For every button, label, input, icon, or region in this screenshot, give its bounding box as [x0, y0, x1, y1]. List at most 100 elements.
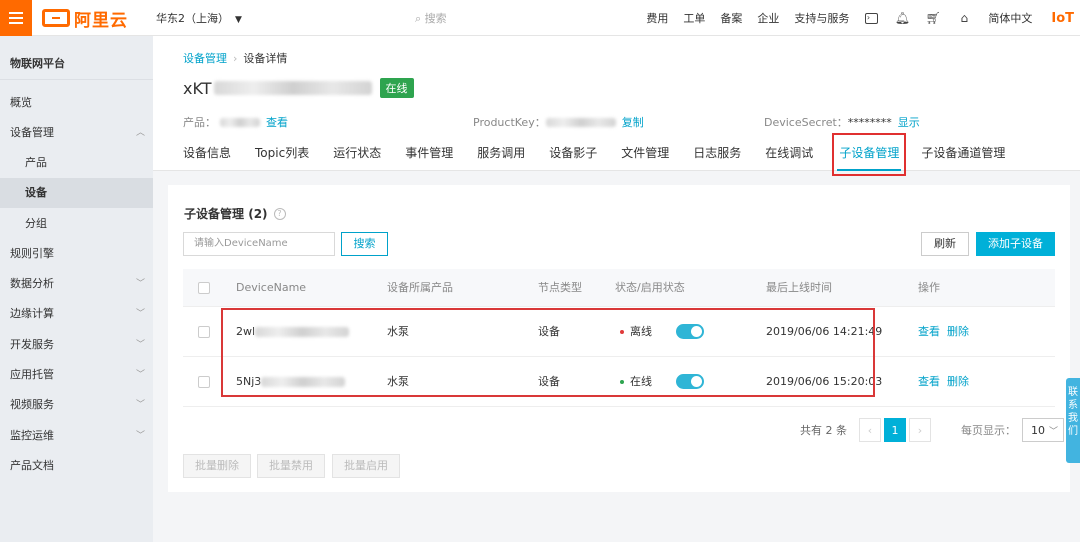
tab-service-call[interactable]: 服务调用 — [477, 138, 525, 171]
subdevice-card: 子设备管理 (2) ? 请输入DeviceName 搜索 刷新 添加子设备 De… — [168, 185, 1070, 492]
tab-online-debug[interactable]: 在线调试 — [765, 138, 813, 171]
devicesecret-meta: DeviceSecret： ******** 显示 — [764, 114, 920, 130]
breadcrumb: 设备管理 › 设备详情 — [183, 50, 287, 66]
table-row: 2wl 水泵 设备 离线 2019/06/06 14:21:49 查看 删除 — [183, 307, 1055, 357]
redacted-product — [220, 117, 260, 127]
redacted-productkey — [545, 117, 616, 127]
sidebar-item-app-hosting[interactable]: 应用托管 ﹀ — [0, 360, 153, 390]
header-node-type: 节点类型 — [538, 281, 582, 294]
tab-event-management[interactable]: 事件管理 — [405, 138, 453, 171]
nav-link-fees[interactable]: 费用 — [646, 10, 668, 26]
sidebar-item-products[interactable]: 产品 — [0, 148, 153, 178]
sidebar-item-docs[interactable]: 产品文档 — [0, 451, 153, 481]
bell-icon[interactable]: 🔔︎ — [895, 11, 910, 25]
per-page-select[interactable]: 10 ﹀ — [1022, 418, 1064, 442]
chevron-down-icon: ﹀ — [135, 309, 145, 319]
select-all-checkbox[interactable] — [198, 282, 210, 294]
table-row: 5Nj3 水泵 设备 在线 2019/06/06 15:20:03 查看 删除 — [183, 357, 1055, 407]
sidebar-item-edge-computing[interactable]: 边缘计算 ﹀ — [0, 299, 153, 329]
sidebar-item-dev-services[interactable]: 开发服务 ﹀ — [0, 330, 153, 360]
redacted-devicename — [255, 327, 350, 337]
status-text: 在线 — [630, 375, 652, 388]
delete-link[interactable]: 删除 — [947, 325, 969, 338]
tab-topic-list[interactable]: Topic列表 — [255, 138, 309, 171]
global-search[interactable]: ⌕ 搜索 — [415, 10, 447, 26]
bulk-enable-button[interactable]: 批量启用 — [332, 454, 400, 478]
nav-link-support[interactable]: 支持与服务 — [794, 10, 849, 26]
copy-productkey-link[interactable]: 复制 — [622, 114, 644, 130]
product-view-link[interactable]: 查看 — [266, 114, 288, 130]
row-checkbox[interactable] — [198, 326, 210, 338]
card-title: 子设备管理 (2) ? — [184, 205, 286, 222]
total-count: 共有 2 条 — [800, 424, 847, 437]
subdevice-count: (2) — [248, 206, 268, 221]
bulk-disable-button[interactable]: 批量禁用 — [257, 454, 325, 478]
header-devicename: DeviceName — [236, 281, 307, 294]
enable-toggle[interactable] — [676, 374, 704, 389]
region-label: 华东2（上海） — [156, 12, 229, 25]
region-selector[interactable]: 华东2（上海） ▼ — [156, 10, 242, 26]
sidebar-item-label: 设备管理 — [10, 126, 54, 139]
sidebar-item-overview[interactable]: 概览 — [0, 88, 153, 118]
language-selector[interactable]: 简体中文 — [988, 10, 1032, 26]
sidebar-item-device-management[interactable]: 设备管理 ︿ — [0, 118, 153, 148]
nav-link-tickets[interactable]: 工单 — [683, 10, 705, 26]
sidebar-item-label: 开发服务 — [10, 338, 54, 351]
next-page-button[interactable]: › — [909, 418, 931, 442]
sidebar-item-groups[interactable]: 分组 — [0, 209, 153, 239]
sidebar-item-rule-engine[interactable]: 规则引擎 — [0, 239, 153, 269]
show-secret-link[interactable]: 显示 — [898, 114, 920, 130]
enable-toggle[interactable] — [676, 324, 704, 339]
tab-runtime-status[interactable]: 运行状态 — [333, 138, 381, 171]
subdevice-table: DeviceName 设备所属产品 节点类型 状态/启用状态 最后上线时间 操作… — [183, 269, 1055, 407]
sidebar-item-label: 数据分析 — [10, 277, 54, 290]
devicename-search-input[interactable]: 请输入DeviceName — [183, 232, 335, 256]
devicename-text: 5Nj3 — [236, 375, 262, 388]
menu-icon[interactable] — [0, 0, 32, 36]
sidebar-item-label: 视频服务 — [10, 398, 54, 411]
pagination: 共有 2 条 ‹ 1 › 每页显示： 10 ﹀ — [800, 418, 1064, 442]
chevron-up-icon: ︿ — [135, 128, 145, 138]
contact-us-tab[interactable]: 联系我们 — [1066, 378, 1080, 463]
table-header: DeviceName 设备所属产品 节点类型 状态/启用状态 最后上线时间 操作 — [183, 269, 1055, 307]
sidebar-item-monitoring[interactable]: 监控运维 ﹀ — [0, 421, 153, 451]
aliyun-logo[interactable]: 阿里云 — [42, 6, 128, 31]
home-icon[interactable]: ⌂ — [957, 11, 971, 25]
tab-device-shadow[interactable]: 设备影子 — [549, 138, 597, 171]
tab-device-info[interactable]: 设备信息 — [183, 138, 231, 171]
actions-cell: 查看 删除 — [918, 307, 969, 357]
terminal-icon[interactable]: › — [864, 11, 878, 25]
sidebar-item-devices[interactable]: 设备 — [0, 178, 153, 208]
help-icon[interactable]: ? — [273, 207, 286, 220]
devicename-cell: 5Nj3 — [236, 357, 346, 407]
cart-icon[interactable]: 🛒︎ — [926, 11, 941, 25]
search-button[interactable]: 搜索 — [341, 232, 388, 256]
redacted-device-name — [213, 81, 372, 95]
bulk-delete-button[interactable]: 批量删除 — [183, 454, 251, 478]
status-dot — [620, 330, 624, 334]
sidebar-item-data-analysis[interactable]: 数据分析 ﹀ — [0, 269, 153, 299]
tab-subdevice-channel[interactable]: 子设备通道管理 — [921, 138, 1005, 171]
iot-logo[interactable]: IoT — [1051, 11, 1074, 26]
view-link[interactable]: 查看 — [918, 375, 940, 388]
prev-page-button[interactable]: ‹ — [859, 418, 881, 442]
sidebar: 物联网平台 概览 设备管理 ︿ 产品 设备 分组 规则引擎 数据分析 ﹀ 边缘计算 ﹀… — [0, 36, 153, 542]
current-page-button[interactable]: 1 — [884, 418, 906, 442]
row-checkbox[interactable] — [198, 376, 210, 388]
last-online-cell: 2019/06/06 14:21:49 — [766, 325, 883, 338]
nav-link-enterprise[interactable]: 企业 — [757, 10, 779, 26]
chevron-down-icon: ﹀ — [135, 400, 145, 410]
add-subdevice-button[interactable]: 添加子设备 — [976, 232, 1055, 256]
tab-subdevice-management[interactable]: 子设备管理 — [832, 133, 907, 176]
nav-link-filing[interactable]: 备案 — [720, 10, 742, 26]
tab-log-service[interactable]: 日志服务 — [693, 138, 741, 171]
tab-file-management[interactable]: 文件管理 — [621, 138, 669, 171]
sidebar-item-label: 概览 — [10, 96, 32, 109]
breadcrumb-parent[interactable]: 设备管理 — [183, 52, 227, 65]
devicesecret-label: DeviceSecret： — [764, 116, 848, 129]
view-link[interactable]: 查看 — [918, 325, 940, 338]
header-last-online: 最后上线时间 — [766, 281, 832, 294]
refresh-button[interactable]: 刷新 — [921, 232, 969, 256]
delete-link[interactable]: 删除 — [947, 375, 969, 388]
sidebar-item-video-services[interactable]: 视频服务 ﹀ — [0, 390, 153, 420]
